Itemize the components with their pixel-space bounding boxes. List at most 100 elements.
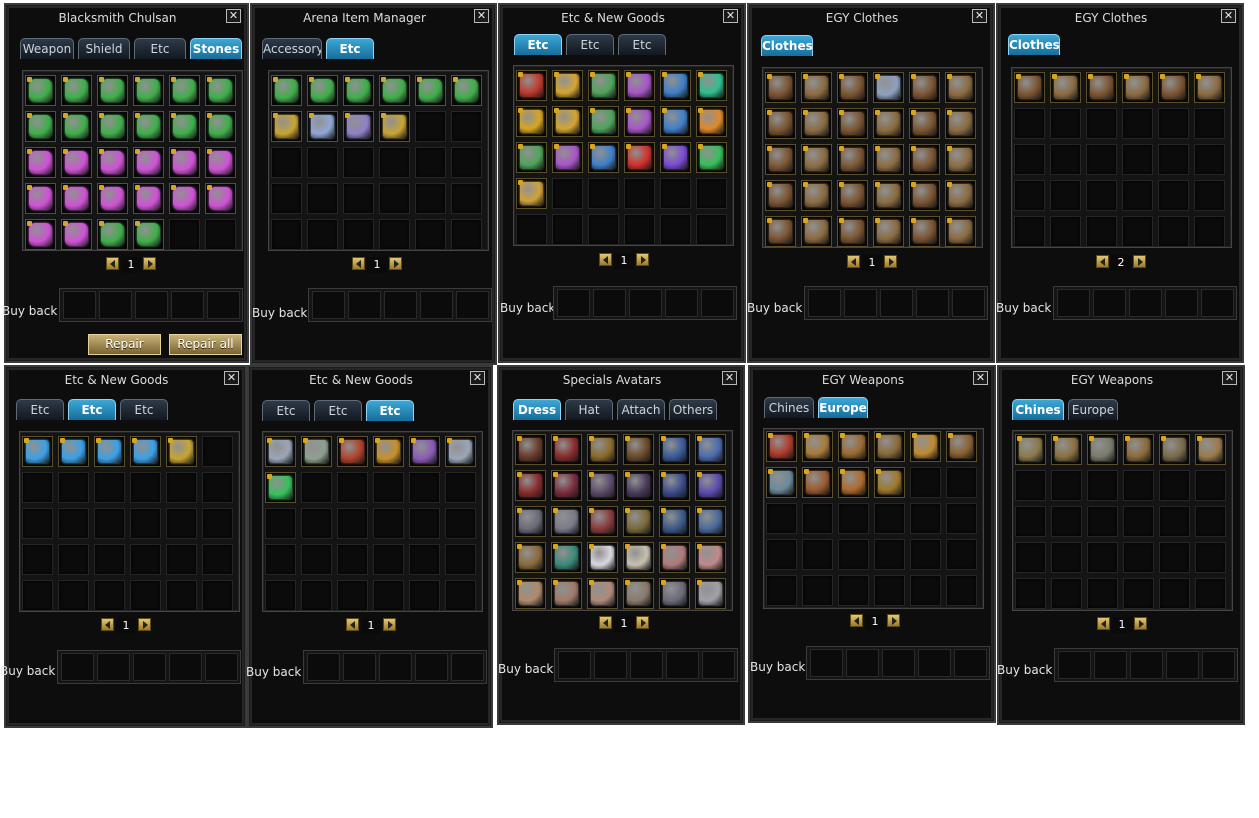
item-slot-blue-crystal[interactable]: [94, 436, 125, 467]
empty-slot[interactable]: [337, 508, 368, 539]
item-slot-avatar[interactable]: [659, 434, 690, 465]
empty-slot[interactable]: [301, 544, 332, 575]
empty-slot[interactable]: [94, 508, 125, 539]
item-slot-armor[interactable]: [945, 144, 976, 175]
item-slot-avatar[interactable]: [551, 578, 582, 609]
empty-slot[interactable]: [946, 539, 977, 570]
empty-slot[interactable]: [1050, 144, 1081, 175]
item-slot-purple-potion[interactable]: [552, 142, 583, 173]
buyback-slot[interactable]: [415, 653, 448, 681]
prev-page-icon[interactable]: [1097, 617, 1110, 630]
buyback-slot[interactable]: [61, 653, 94, 681]
close-icon[interactable]: ✕: [1221, 9, 1236, 23]
item-slot-armor[interactable]: [1086, 72, 1117, 103]
tab-clothes[interactable]: Clothes: [1008, 34, 1060, 55]
empty-slot[interactable]: [166, 472, 197, 503]
empty-slot[interactable]: [337, 472, 368, 503]
empty-slot[interactable]: [696, 178, 727, 209]
buyback-slot[interactable]: [379, 653, 412, 681]
item-slot-pink-stone[interactable]: [169, 147, 200, 178]
item-slot-green-stone[interactable]: [25, 75, 56, 106]
item-slot-green-stone[interactable]: [343, 75, 374, 106]
empty-slot[interactable]: [202, 508, 233, 539]
buyback-slot[interactable]: [846, 649, 879, 677]
item-slot-weapon[interactable]: [838, 467, 869, 498]
item-slot-avatar[interactable]: [587, 542, 618, 573]
item-slot-red-scroll[interactable]: [516, 70, 547, 101]
item-slot-pink-stone[interactable]: [169, 183, 200, 214]
item-slot-armor[interactable]: [873, 216, 904, 247]
item-slot-armor[interactable]: [909, 180, 940, 211]
empty-slot[interactable]: [1014, 144, 1045, 175]
repair-all-button[interactable]: Repair all: [169, 334, 242, 355]
next-page-icon[interactable]: [138, 618, 151, 631]
empty-slot[interactable]: [130, 472, 161, 503]
empty-slot[interactable]: [874, 575, 905, 606]
item-slot-armor[interactable]: [837, 144, 868, 175]
empty-slot[interactable]: [307, 147, 338, 178]
item-slot-avatar[interactable]: [515, 434, 546, 465]
empty-slot[interactable]: [1051, 578, 1082, 609]
empty-slot[interactable]: [1195, 578, 1226, 609]
item-slot-emerald[interactable]: [696, 70, 727, 101]
item-slot-avatar[interactable]: [623, 470, 654, 501]
item-slot-armor[interactable]: [1014, 72, 1045, 103]
empty-slot[interactable]: [265, 508, 296, 539]
prev-page-icon[interactable]: [101, 618, 114, 631]
prev-page-icon[interactable]: [1096, 255, 1109, 268]
item-slot-purple-potion[interactable]: [343, 111, 374, 142]
empty-slot[interactable]: [1015, 470, 1046, 501]
item-slot-avatar[interactable]: [515, 506, 546, 537]
empty-slot[interactable]: [1087, 542, 1118, 573]
buyback-slot[interactable]: [594, 651, 627, 679]
item-slot-green-stone[interactable]: [133, 75, 164, 106]
empty-slot[interactable]: [373, 544, 404, 575]
item-slot-purple-orb[interactable]: [660, 142, 691, 173]
item-slot-armor[interactable]: [909, 72, 940, 103]
empty-slot[interactable]: [202, 544, 233, 575]
empty-slot[interactable]: [1194, 216, 1225, 247]
empty-slot[interactable]: [337, 580, 368, 611]
item-slot-weapon[interactable]: [766, 467, 797, 498]
empty-slot[interactable]: [58, 544, 89, 575]
item-slot-armor[interactable]: [837, 180, 868, 211]
tab-etc[interactable]: Etc: [120, 399, 168, 420]
empty-slot[interactable]: [337, 544, 368, 575]
tab-dress[interactable]: Dress: [513, 399, 561, 420]
empty-slot[interactable]: [1122, 216, 1153, 247]
item-slot-avatar[interactable]: [587, 434, 618, 465]
empty-slot[interactable]: [1123, 506, 1154, 537]
buyback-slot[interactable]: [420, 291, 453, 319]
item-slot-armor[interactable]: [1050, 72, 1081, 103]
buyback-slot[interactable]: [666, 651, 699, 679]
empty-slot[interactable]: [166, 544, 197, 575]
empty-slot[interactable]: [660, 214, 691, 245]
item-slot-armor[interactable]: [873, 144, 904, 175]
item-slot-purple-potion[interactable]: [624, 106, 655, 137]
empty-slot[interactable]: [946, 503, 977, 534]
item-slot-pink-stone[interactable]: [97, 147, 128, 178]
item-slot-avatar[interactable]: [695, 470, 726, 501]
item-slot-pink-stone[interactable]: [61, 219, 92, 250]
empty-slot[interactable]: [766, 575, 797, 606]
buyback-slot[interactable]: [954, 649, 987, 677]
empty-slot[interactable]: [169, 219, 200, 250]
empty-slot[interactable]: [874, 503, 905, 534]
buyback-slot[interactable]: [810, 649, 843, 677]
tab-europe[interactable]: Europe: [818, 397, 868, 418]
empty-slot[interactable]: [451, 219, 482, 250]
item-slot-green-stone[interactable]: [25, 111, 56, 142]
item-slot-armor[interactable]: [1194, 72, 1225, 103]
item-slot-avatar[interactable]: [515, 470, 546, 501]
tab-etc[interactable]: Etc: [566, 34, 614, 55]
buyback-slot[interactable]: [312, 291, 345, 319]
item-slot-weapon[interactable]: [910, 431, 941, 462]
buyback-slot[interactable]: [1201, 289, 1234, 317]
prev-page-icon[interactable]: [850, 614, 863, 627]
item-slot-weapon[interactable]: [802, 467, 833, 498]
item-slot-pink-stone[interactable]: [205, 183, 236, 214]
empty-slot[interactable]: [1123, 578, 1154, 609]
empty-slot[interactable]: [1051, 506, 1082, 537]
prev-page-icon[interactable]: [106, 257, 119, 270]
empty-slot[interactable]: [1050, 108, 1081, 139]
